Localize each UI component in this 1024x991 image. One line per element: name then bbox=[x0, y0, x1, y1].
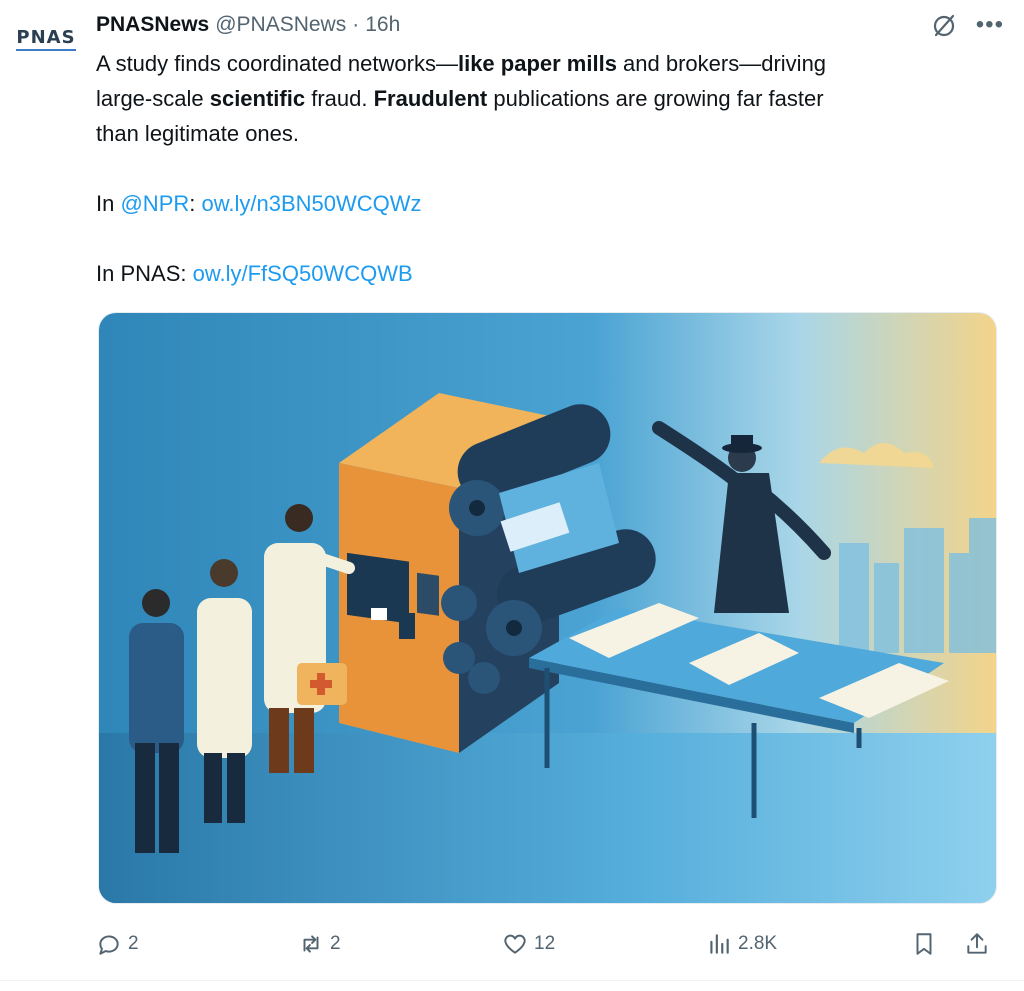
views-count: 2.8K bbox=[738, 933, 778, 954]
separator-dot: · bbox=[352, 13, 360, 36]
repost-count: 2 bbox=[330, 933, 341, 954]
tweet-line-1: A study finds coordinated networks—like … bbox=[96, 51, 827, 76]
avatar[interactable]: PNAS bbox=[12, 22, 80, 56]
repost-icon bbox=[303, 935, 319, 953]
pnas-article-link[interactable]: ow.ly/FfSQ50WCQWB bbox=[193, 261, 413, 286]
heart-icon bbox=[504, 934, 526, 954]
pnas-logo: PNAS bbox=[16, 27, 76, 51]
npr-article-link[interactable]: ow.ly/n3BN50WCQWz bbox=[202, 191, 422, 216]
views-icon bbox=[710, 934, 729, 954]
npr-line: In @NPR: ow.ly/n3BN50WCQWz bbox=[96, 191, 422, 216]
action-bar: 2 2 12 2.8K bbox=[96, 924, 996, 964]
tweet-line-3: than legitimate ones. bbox=[96, 121, 300, 146]
bookmark-icon bbox=[916, 933, 932, 955]
pnas-line: In PNAS: ow.ly/FfSQ50WCQWB bbox=[96, 261, 413, 286]
like-button[interactable]: 12 bbox=[502, 924, 555, 964]
tweet-line-2: large-scale scientific fraud. Fraudulent… bbox=[96, 86, 824, 111]
timestamp[interactable]: 16h bbox=[365, 13, 400, 37]
more-icon[interactable]: ••• bbox=[976, 13, 1004, 37]
bookmark-button[interactable] bbox=[911, 924, 943, 964]
npr-mention-link[interactable]: @NPR bbox=[120, 191, 189, 216]
author-handle[interactable]: @PNASNews bbox=[215, 13, 346, 37]
grok-icon[interactable] bbox=[930, 11, 958, 39]
tweet-header: PNASNews @PNASNews · 16h ••• bbox=[96, 10, 1004, 40]
share-button[interactable] bbox=[964, 924, 996, 964]
reply-button[interactable]: 2 bbox=[96, 924, 139, 964]
tweet-text: A study finds coordinated networks—like … bbox=[96, 46, 996, 291]
like-count: 12 bbox=[534, 933, 556, 954]
share-icon bbox=[967, 933, 987, 954]
reply-icon bbox=[99, 935, 119, 955]
reply-count: 2 bbox=[128, 933, 139, 954]
views-button[interactable]: 2.8K bbox=[706, 924, 777, 964]
paper-mill-illustration bbox=[99, 313, 996, 903]
tweet-image[interactable] bbox=[98, 312, 997, 904]
divider bbox=[0, 980, 1024, 981]
author-name[interactable]: PNASNews bbox=[96, 13, 209, 37]
repost-button[interactable]: 2 bbox=[298, 924, 341, 964]
